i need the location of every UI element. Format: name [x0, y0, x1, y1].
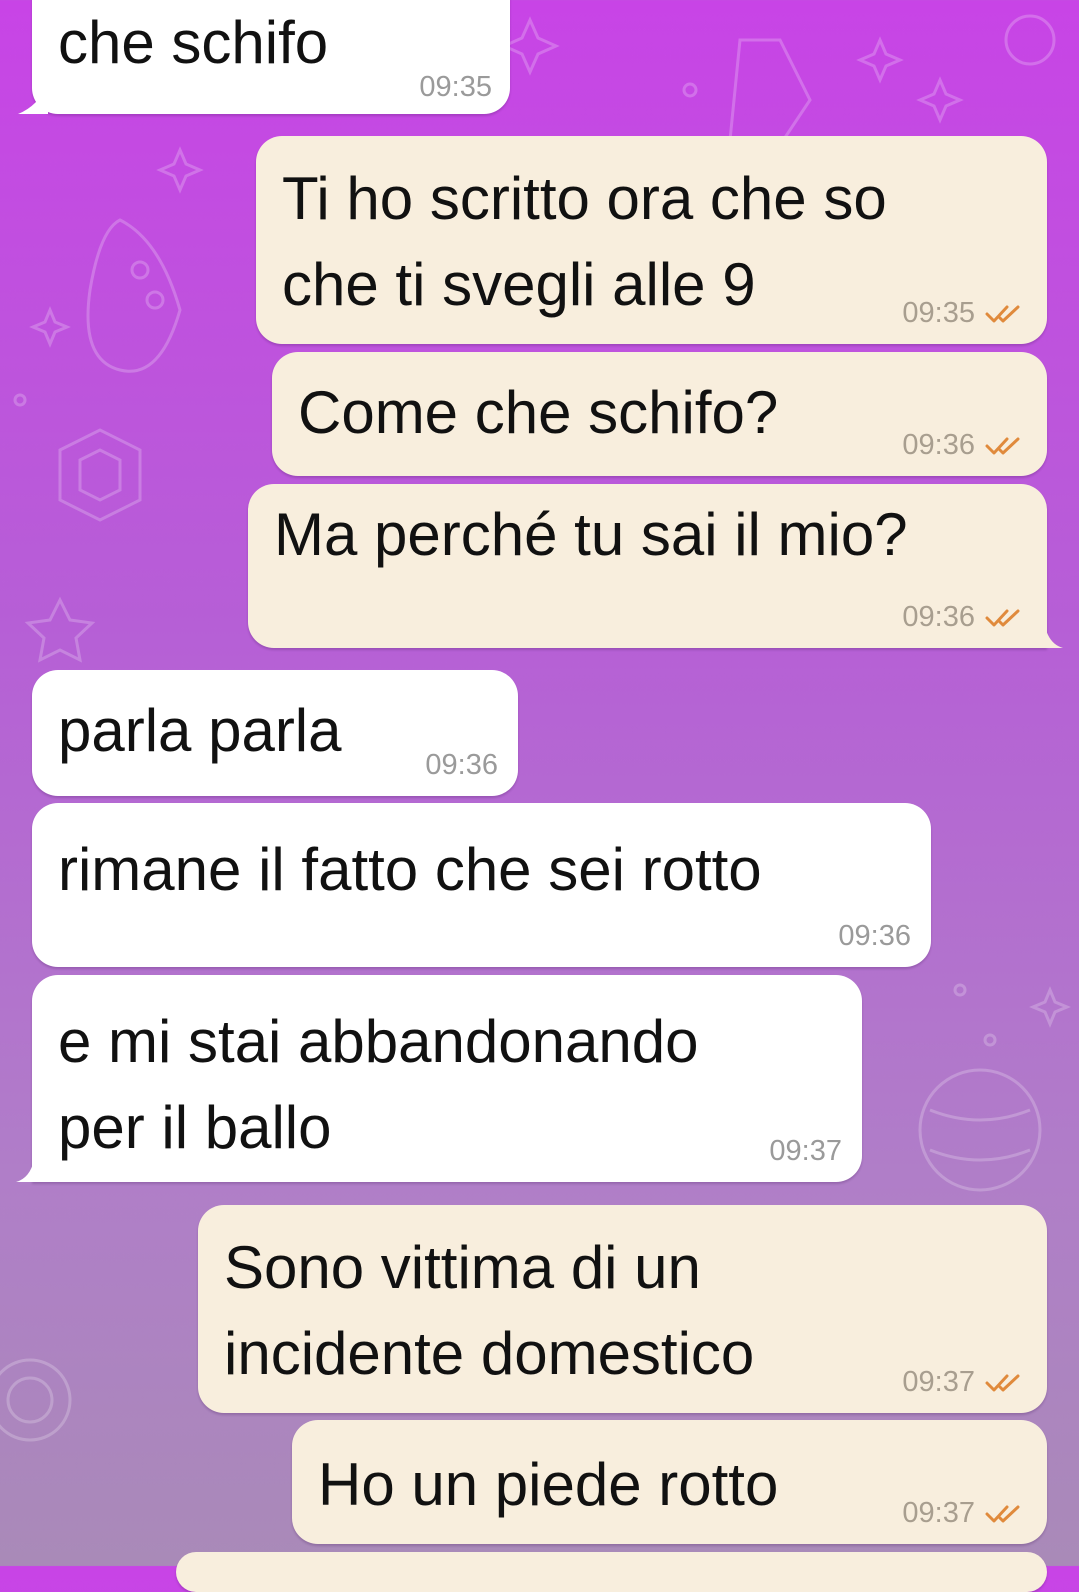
message-meta: 09:36 — [838, 920, 911, 953]
message-bubble-outgoing[interactable]: Ti ho scritto ora che so che ti svegli a… — [256, 136, 1047, 344]
message-bubble-incoming[interactable]: rimane il fatto che sei rotto 09:36 — [32, 803, 931, 967]
message-text: Ti ho scritto ora che so che ti svegli a… — [282, 165, 887, 318]
message-bubble-outgoing[interactable]: Ma perché tu sai il mio? 09:36 — [248, 484, 1063, 648]
message-time: 09:37 — [769, 1135, 842, 1167]
double-check-icon — [985, 1504, 1025, 1524]
message-bubble-incoming[interactable]: che schifo 09:35 — [18, 0, 510, 114]
message-text: Come che schifo? — [298, 379, 779, 446]
double-check-icon — [985, 1373, 1025, 1393]
message-meta: 09:36 — [902, 429, 1025, 462]
message-text: rimane il fatto che sei rotto — [58, 836, 762, 903]
message-bubble-outgoing-partial[interactable] — [176, 1552, 1047, 1592]
message-time: 09:35 — [419, 71, 492, 103]
message-meta: 09:36 — [425, 749, 498, 782]
message-time: 09:36 — [902, 601, 975, 633]
message-time: 09:36 — [902, 429, 975, 461]
message-meta: 09:37 — [769, 1135, 842, 1168]
message-text: e mi stai abbandonando per il ballo — [58, 1008, 699, 1161]
message-text: parla parla — [58, 697, 342, 764]
double-check-icon — [985, 304, 1025, 324]
message-meta: 09:36 — [902, 601, 1025, 634]
bubble-tail-icon — [1045, 626, 1063, 648]
message-meta: 09:35 — [419, 71, 492, 104]
message-bubble-outgoing[interactable]: Sono vittima di un incidente domestico 0… — [198, 1205, 1047, 1413]
message-bubble-outgoing[interactable]: Come che schifo? 09:36 — [272, 352, 1047, 476]
message-time: 09:37 — [902, 1497, 975, 1529]
message-time: 09:36 — [425, 749, 498, 781]
chat-thread[interactable]: che schifo 09:35 Ti ho scritto ora che s… — [0, 0, 1079, 1592]
double-check-icon — [985, 436, 1025, 456]
message-text: Ma perché tu sai il mio? — [274, 501, 908, 568]
message-bubble-incoming[interactable]: parla parla 09:36 — [32, 670, 518, 796]
message-time: 09:35 — [902, 297, 975, 329]
message-text: Ho un piede rotto — [318, 1451, 779, 1518]
double-check-icon — [985, 608, 1025, 628]
message-meta: 09:37 — [902, 1497, 1025, 1530]
bubble-tail-icon — [18, 84, 48, 114]
bubble-tail-icon — [16, 1160, 34, 1182]
message-time: 09:36 — [838, 920, 911, 952]
message-bubble-outgoing[interactable]: Ho un piede rotto 09:37 — [292, 1420, 1047, 1544]
message-bubble-incoming[interactable]: e mi stai abbandonando per il ballo 09:3… — [16, 975, 862, 1182]
message-meta: 09:37 — [902, 1366, 1025, 1399]
message-text: che schifo — [58, 9, 329, 76]
message-text: Sono vittima di un incidente domestico — [224, 1234, 755, 1387]
message-time: 09:37 — [902, 1366, 975, 1398]
message-meta: 09:35 — [902, 297, 1025, 330]
